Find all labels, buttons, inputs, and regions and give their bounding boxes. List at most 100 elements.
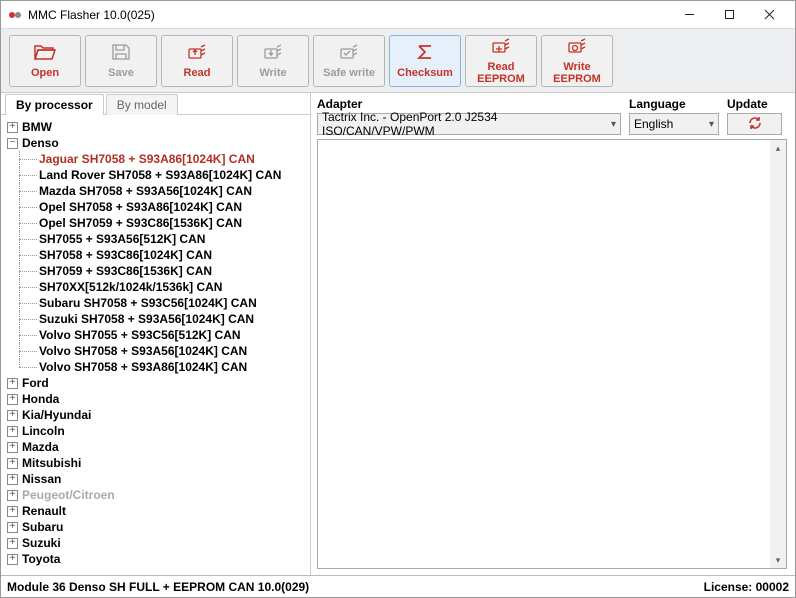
expand-icon[interactable]: +	[7, 122, 18, 133]
scroll-down-icon[interactable]: ▾	[770, 552, 786, 568]
expand-icon[interactable]: +	[7, 554, 18, 565]
tree-node[interactable]: + Peugeot/Citroen	[7, 487, 306, 503]
tree-node-label: Ford	[22, 376, 49, 390]
tab-by-model[interactable]: By model	[106, 94, 178, 115]
tree-node-label: Renault	[22, 504, 66, 518]
expand-icon[interactable]: +	[7, 506, 18, 517]
tree-leaf[interactable]: Land Rover SH7058 + S93A86[1024K] CAN	[7, 167, 306, 183]
language-combo[interactable]: English ▾	[629, 113, 719, 135]
tree-node-label: Suzuki	[22, 536, 61, 550]
tree-node-label: Mitsubishi	[22, 456, 81, 470]
read-button[interactable]: Read	[161, 35, 233, 87]
tree-leaf-label: Mazda SH7058 + S93A56[1024K] CAN	[39, 184, 252, 198]
read-eeprom-label: Read EEPROM	[466, 61, 536, 85]
tree-leaf[interactable]: Volvo SH7058 + S93A86[1024K] CAN	[7, 359, 306, 375]
window-title: MMC Flasher 10.0(025)	[28, 8, 669, 22]
expand-icon[interactable]: +	[7, 378, 18, 389]
safe-write-button[interactable]: Safe write	[313, 35, 385, 87]
open-button[interactable]: Open	[9, 35, 81, 87]
tree-node-label: Peugeot/Citroen	[22, 488, 115, 502]
expand-icon[interactable]: +	[7, 442, 18, 453]
tree-leaf-label: Opel SH7058 + S93A86[1024K] CAN	[39, 200, 242, 214]
tree-node[interactable]: + Nissan	[7, 471, 306, 487]
tree-leaf[interactable]: Opel SH7058 + S93A86[1024K] CAN	[7, 199, 306, 215]
app-icon	[7, 7, 23, 23]
checksum-label: Checksum	[397, 67, 453, 79]
scrollbar[interactable]: ▴ ▾	[770, 140, 786, 568]
write-eeprom-button[interactable]: Write EEPROM	[541, 35, 613, 87]
tree-leaf[interactable]: Volvo SH7055 + S93C56[512K] CAN	[7, 327, 306, 343]
tree-leaf[interactable]: Mazda SH7058 + S93A56[1024K] CAN	[7, 183, 306, 199]
close-button[interactable]	[749, 1, 789, 28]
expand-icon[interactable]: +	[7, 410, 18, 421]
read-eeprom-button[interactable]: Read EEPROM	[465, 35, 537, 87]
sigma-icon	[415, 43, 435, 64]
tree-node-label: Kia/Hyundai	[22, 408, 91, 422]
expand-icon[interactable]: +	[7, 538, 18, 549]
maximize-button[interactable]	[709, 1, 749, 28]
tree-leaf[interactable]: Jaguar SH7058 + S93A86[1024K] CAN	[7, 151, 306, 167]
tree-node[interactable]: + Ford	[7, 375, 306, 391]
tab-by-processor[interactable]: By processor	[5, 94, 104, 115]
tree-leaf-label: Suzuki SH7058 + S93A56[1024K] CAN	[39, 312, 254, 326]
tree-node[interactable]: + Kia/Hyundai	[7, 407, 306, 423]
checksum-button[interactable]: Checksum	[389, 35, 461, 87]
status-module: Module 36 Denso SH FULL + EEPROM CAN 10.…	[7, 580, 309, 594]
processor-tree[interactable]: + BMW−DensoJaguar SH7058 + S93A86[1024K] …	[1, 115, 310, 575]
tree-connector	[15, 167, 39, 183]
tree-node-label: Nissan	[22, 472, 61, 486]
tree-leaf-label: Volvo SH7058 + S93A86[1024K] CAN	[39, 360, 247, 374]
collapse-icon[interactable]: −	[7, 138, 18, 149]
update-button[interactable]	[727, 113, 782, 135]
status-license: License: 00002	[704, 580, 789, 594]
expand-icon[interactable]: +	[7, 490, 18, 501]
tree-leaf[interactable]: Opel SH7059 + S93C86[1536K] CAN	[7, 215, 306, 231]
save-button[interactable]: Save	[85, 35, 157, 87]
expand-icon[interactable]: +	[7, 522, 18, 533]
tree-leaf[interactable]: SH7058 + S93C86[1024K] CAN	[7, 247, 306, 263]
tree-node[interactable]: + Renault	[7, 503, 306, 519]
tree-leaf-label: Opel SH7059 + S93C86[1536K] CAN	[39, 216, 242, 230]
tree-connector	[15, 247, 39, 263]
tree-node[interactable]: +Honda	[7, 391, 306, 407]
adapter-combo[interactable]: Tactrix Inc. - OpenPort 2.0 J2534 ISO/CA…	[317, 113, 621, 135]
tree-leaf[interactable]: SH7055 + S93A56[512K] CAN	[7, 231, 306, 247]
tree-node-label: Subaru	[22, 520, 63, 534]
tree-node[interactable]: + Toyota	[7, 551, 306, 567]
expand-icon[interactable]: +	[7, 458, 18, 469]
tree-node[interactable]: + BMW	[7, 119, 306, 135]
eeprom-read-icon	[490, 37, 512, 58]
expand-icon[interactable]: +	[7, 474, 18, 485]
scroll-up-icon[interactable]: ▴	[770, 140, 786, 156]
tree-leaf-label: Land Rover SH7058 + S93A86[1024K] CAN	[39, 168, 281, 182]
save-label: Save	[108, 67, 134, 79]
tree-connector	[15, 311, 39, 327]
tree-leaf-label: Subaru SH7058 + S93C56[1024K] CAN	[39, 296, 257, 310]
adapter-value: Tactrix Inc. - OpenPort 2.0 J2534 ISO/CA…	[322, 110, 607, 138]
minimize-button[interactable]	[669, 1, 709, 28]
folder-open-icon	[34, 43, 56, 64]
tree-leaf[interactable]: Suzuki SH7058 + S93A56[1024K] CAN	[7, 311, 306, 327]
tree-node[interactable]: + Mitsubishi	[7, 455, 306, 471]
tree-node[interactable]: −Denso	[7, 135, 306, 151]
tree-node[interactable]: +Mazda	[7, 439, 306, 455]
tree-node[interactable]: + Subaru	[7, 519, 306, 535]
tree-leaf[interactable]: Volvo SH7058 + S93A56[1024K] CAN	[7, 343, 306, 359]
tree-node-label: Toyota	[22, 552, 60, 566]
tree-node-label: Lincoln	[22, 424, 65, 438]
tree-leaf[interactable]: SH70XX[512k/1024k/1536k] CAN	[7, 279, 306, 295]
tree-leaf[interactable]: Subaru SH7058 + S93C56[1024K] CAN	[7, 295, 306, 311]
tree-connector	[15, 343, 39, 359]
tree-node[interactable]: + Suzuki	[7, 535, 306, 551]
floppy-icon	[111, 43, 131, 64]
expand-icon[interactable]: +	[7, 394, 18, 405]
expand-icon[interactable]: +	[7, 426, 18, 437]
tree-connector	[15, 183, 39, 199]
write-button[interactable]: Write	[237, 35, 309, 87]
tree-node-label: BMW	[22, 120, 52, 134]
tree-node[interactable]: + Lincoln	[7, 423, 306, 439]
adapter-label: Adapter	[317, 97, 621, 111]
statusbar: Module 36 Denso SH FULL + EEPROM CAN 10.…	[1, 575, 795, 597]
tree-leaf[interactable]: SH7059 + S93C86[1536K] CAN	[7, 263, 306, 279]
log-console[interactable]: ▴ ▾	[317, 139, 787, 569]
